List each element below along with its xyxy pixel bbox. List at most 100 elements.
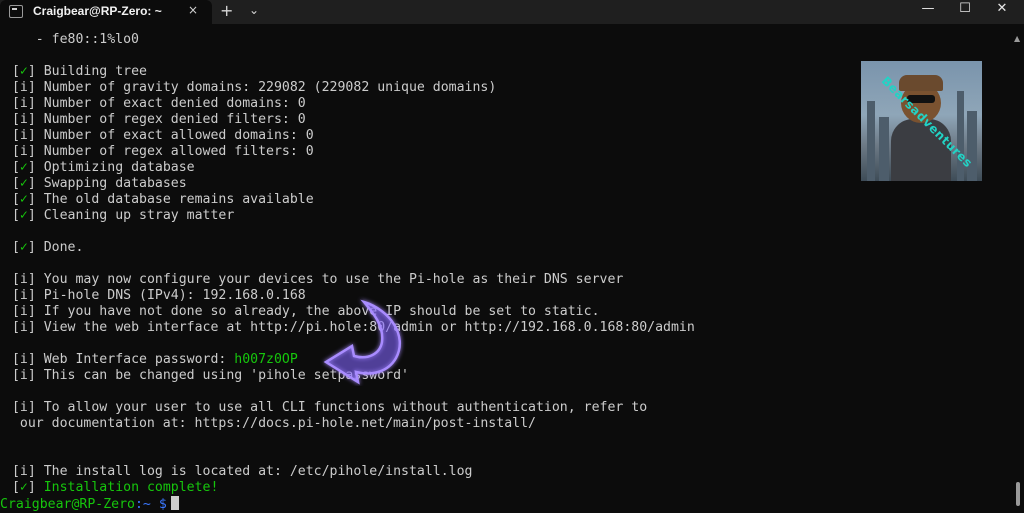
info-marker: i [19, 320, 28, 335]
line-bracket: [ [4, 64, 20, 79]
terminal-line: [✓] Optimizing database [4, 160, 195, 176]
info-marker: i [19, 352, 28, 367]
terminal-line: [i] The install log is located at: /etc/… [4, 464, 473, 480]
line-text: You may now configure your devices to us… [43, 272, 624, 287]
terminal-line: [✓] Installation complete! [4, 480, 218, 496]
line-bracket: ] [27, 368, 44, 383]
line-bracket: [ [4, 400, 20, 415]
line-bracket: [ [4, 96, 20, 111]
close-window-button[interactable]: ✕ [980, 0, 1024, 22]
line-bracket: [ [4, 320, 20, 335]
line-bracket: [ [4, 128, 20, 143]
terminal-line: [✓] The old database remains available [4, 192, 314, 208]
line-bracket: [ [4, 464, 20, 479]
scroll-up-icon[interactable]: ▲ [1014, 34, 1020, 43]
line-bracket: [ [4, 288, 20, 303]
line-text: Number of regex denied filters: 0 [43, 112, 306, 127]
arrow-annotation-icon [323, 299, 402, 385]
scrollbar-thumb[interactable] [1016, 482, 1020, 506]
line-bracket: ] [27, 128, 44, 143]
line-bracket: [ [4, 304, 20, 319]
line-bracket: ] [27, 176, 44, 191]
line-text: The install log is located at: /etc/piho… [43, 464, 473, 479]
terminal-line: [i] Number of regex denied filters: 0 [4, 112, 306, 128]
line-bracket: [ [4, 160, 20, 175]
tab-dropdown-icon[interactable]: ⌄ [249, 3, 259, 17]
line-bracket: ] [27, 400, 44, 415]
line-bracket: ] [27, 240, 44, 255]
info-marker: i [19, 304, 28, 319]
line-bracket: ] [27, 320, 44, 335]
terminal-icon [9, 5, 23, 18]
line-text: The old database remains available [43, 192, 314, 207]
new-tab-button[interactable]: + [220, 1, 233, 20]
info-marker: i [19, 96, 28, 111]
line-text: Building tree [43, 64, 147, 79]
info-marker: i [19, 128, 28, 143]
line-bracket: ] [27, 80, 44, 95]
line-text: Installation complete! [43, 480, 219, 495]
terminal-line: [✓] Building tree [4, 64, 147, 80]
terminal-output[interactable]: - fe80::1%lo0 [✓] Building tree [i] Numb… [0, 28, 1010, 513]
line-bracket: ] [27, 304, 44, 319]
terminal-tab[interactable]: Craigbear@RP-Zero: ~ × [0, 0, 212, 24]
info-marker: i [19, 368, 28, 383]
check-mark-icon: ✓ [19, 240, 28, 255]
terminal-line: [i] Pi-hole DNS (IPv4): 192.168.0.168 [4, 288, 306, 304]
info-marker: i [19, 144, 28, 159]
prompt-path: :~ [134, 497, 151, 512]
scrollbar[interactable]: ▲ [1012, 30, 1024, 513]
prompt-symbol: $ [150, 497, 167, 512]
check-mark-icon: ✓ [19, 208, 28, 223]
line-text: Done. [43, 240, 84, 255]
terminal-line: [i] Number of gravity domains: 229082 (2… [4, 80, 496, 96]
line-text: Number of exact denied domains: 0 [43, 96, 306, 111]
line-text: Swapping databases [43, 176, 187, 191]
line-bracket: [ [4, 240, 20, 255]
line-bracket: [ [4, 272, 20, 287]
text-cursor [170, 496, 179, 510]
line-bracket: ] [27, 208, 44, 223]
info-marker: i [19, 272, 28, 287]
info-marker: i [19, 80, 28, 95]
terminal-line: [i] You may now configure your devices t… [4, 272, 623, 288]
info-marker: i [19, 464, 28, 479]
terminal-line: [i] Number of exact allowed domains: 0 [4, 128, 314, 144]
line-text: Pi-hole DNS (IPv4): 192.168.0.168 [43, 288, 306, 303]
tab-title: Craigbear@RP-Zero: ~ [33, 4, 162, 18]
terminal-line: [i] If you have not done so already, the… [4, 304, 600, 320]
line-text: - fe80::1%lo0 [4, 32, 139, 47]
watermark-image: Bearsadventures [861, 61, 982, 181]
line-bracket: ] [27, 144, 44, 159]
info-marker: i [19, 112, 28, 127]
terminal-line: [i] To allow your user to use all CLI fu… [4, 400, 647, 416]
line-text: Number of regex allowed filters: 0 [43, 144, 314, 159]
line-bracket: ] [27, 272, 44, 287]
info-marker: i [19, 288, 28, 303]
line-bracket: ] [27, 96, 44, 111]
line-text: To allow your user to use all CLI functi… [43, 400, 648, 415]
line-bracket: ] [27, 288, 44, 303]
info-marker: i [19, 400, 28, 415]
line-bracket: [ [4, 112, 20, 127]
terminal-line: [✓] Cleaning up stray matter [4, 208, 234, 224]
line-bracket: ] [27, 480, 44, 495]
tab-close-icon[interactable]: × [188, 3, 198, 17]
shell-prompt[interactable]: Craigbear@RP-Zero:~ $ [0, 496, 179, 512]
prompt-user: Craigbear@RP-Zero [0, 497, 135, 512]
line-bracket: ] [27, 464, 44, 479]
check-mark-icon: ✓ [19, 480, 28, 495]
line-bracket: ] [27, 112, 44, 127]
line-bracket: [ [4, 368, 20, 383]
line-bracket: [ [4, 192, 20, 207]
check-mark-icon: ✓ [19, 192, 28, 207]
line-text: our documentation at: https://docs.pi-ho… [4, 416, 536, 431]
line-bracket: [ [4, 480, 20, 495]
line-text: Number of gravity domains: 229082 (22908… [43, 80, 497, 95]
password-value: h007z0OP [234, 352, 298, 367]
line-bracket: [ [4, 208, 20, 223]
line-text: Optimizing database [43, 160, 195, 175]
terminal-line: our documentation at: https://docs.pi-ho… [4, 416, 536, 432]
line-bracket: [ [4, 144, 20, 159]
title-bar: Craigbear@RP-Zero: ~ × + ⌄ — ☐ ✕ [0, 0, 1024, 24]
